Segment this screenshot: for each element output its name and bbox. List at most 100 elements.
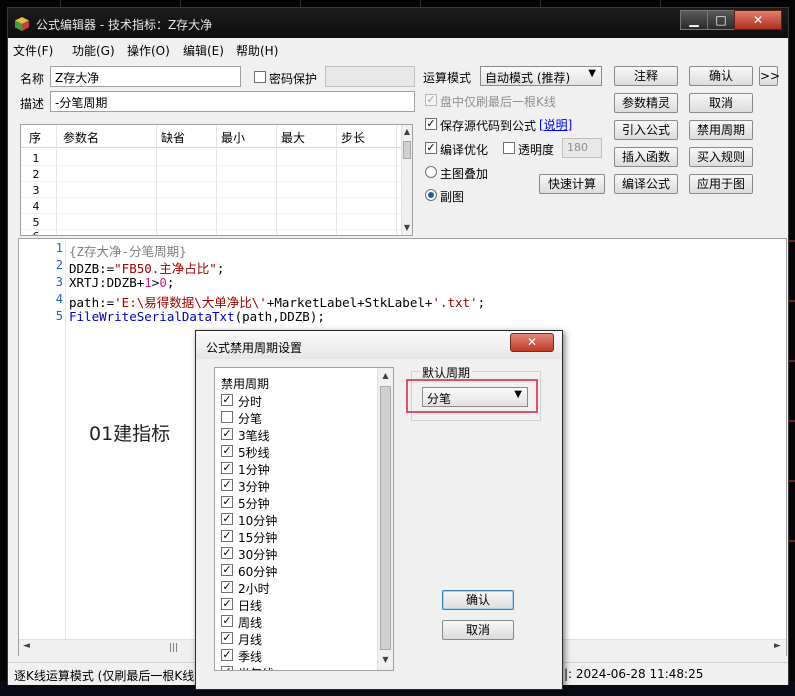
expand-button[interactable]: >>: [759, 66, 780, 86]
dialog-close-button[interactable]: ✕: [510, 333, 554, 352]
code-punct: ;: [166, 275, 175, 290]
scroll-down-icon[interactable]: ▼: [378, 655, 393, 664]
annotation-text: 01建指标: [89, 423, 171, 445]
disabled-period-list[interactable]: 禁用周期 ✓ 分时 分笔 ✓ 3笔线 ✓ 5秒线 ✓ 1分钟 ✓ 3分钟 ✓ 5分钟 ✓ 10分钟 ✓ 15分钟…: [214, 367, 394, 671]
menu-function[interactable]: 功能(G): [72, 42, 115, 59]
period-checkbox[interactable]: ✓: [221, 666, 233, 670]
import-formula-button[interactable]: 引入公式: [614, 120, 678, 140]
period-checkbox[interactable]: ✓: [221, 598, 233, 610]
title-bar[interactable]: 公式编辑器 - 技术指标：Z存大净 ▁ □ ✕: [8, 8, 788, 38]
period-checkbox[interactable]: ✓: [221, 564, 233, 576]
param-wizard-button[interactable]: 参数精灵: [614, 93, 678, 113]
explain-link[interactable]: [说明]: [539, 116, 572, 133]
code-string: '.txt': [432, 295, 478, 310]
scroll-thumb[interactable]: [380, 386, 391, 650]
sub-chart-radio[interactable]: [425, 189, 437, 201]
period-checkbox[interactable]: ✓: [221, 649, 233, 661]
period-checkbox[interactable]: [221, 411, 233, 423]
cancel-button[interactable]: 取消: [689, 93, 753, 113]
scroll-grip-icon[interactable]: |||: [169, 643, 178, 653]
period-label: 3分钟: [238, 480, 270, 494]
period-label: 15分钟: [238, 531, 278, 545]
period-checkbox[interactable]: ✓: [221, 547, 233, 559]
period-checkbox[interactable]: ✓: [221, 530, 233, 542]
password-checkbox[interactable]: [254, 71, 266, 83]
save-source-checkbox[interactable]: ✓: [425, 118, 437, 130]
optimize-checkbox[interactable]: ✓: [425, 142, 437, 154]
period-label: 分笔: [238, 412, 263, 426]
menu-file[interactable]: 文件(F): [13, 42, 53, 59]
table-row-index: 6: [21, 230, 51, 235]
period-checkbox[interactable]: ✓: [221, 445, 233, 457]
compile-formula-button[interactable]: 编译公式: [614, 174, 678, 194]
period-label: 周线: [238, 616, 263, 630]
line-number: 2: [55, 258, 63, 272]
period-checkbox[interactable]: ✓: [221, 615, 233, 627]
comment-button[interactable]: 注释: [614, 66, 678, 86]
period-label: 5分钟: [238, 497, 270, 511]
table-row-index: 5: [32, 216, 40, 229]
scroll-down-icon[interactable]: ▼: [402, 223, 412, 232]
mode-select[interactable]: 自动模式 (推荐) ▼: [480, 66, 602, 86]
password-input[interactable]: [325, 66, 415, 87]
period-checkbox[interactable]: ✓: [221, 394, 233, 406]
code-identifier: DDZB:=: [69, 261, 115, 276]
buy-rule-button[interactable]: 买入规则: [689, 147, 753, 167]
transparency-checkbox[interactable]: [503, 142, 515, 154]
menu-edit[interactable]: 编辑(E): [183, 42, 224, 59]
dropdown-arrow-icon: ▼: [588, 68, 596, 79]
scroll-right-icon[interactable]: ►: [774, 641, 781, 651]
code-string: 'E:\易得数据\大单净比\': [114, 295, 267, 310]
period-label: 5秒线: [238, 446, 270, 460]
description-input[interactable]: -分笔周期: [50, 91, 415, 112]
menu-help[interactable]: 帮助(H): [236, 42, 278, 59]
scroll-left-icon[interactable]: ◄: [23, 641, 30, 651]
minimize-button[interactable]: ▁: [680, 10, 708, 30]
default-period-select[interactable]: 分笔 ▼: [422, 387, 528, 407]
period-list-scrollbar[interactable]: ▲ ▼: [377, 368, 393, 670]
last-k-label: 盘中仅刷最后一根K线: [440, 95, 556, 109]
save-source-label: 保存源代码到公式: [440, 119, 537, 133]
scroll-thumb[interactable]: [403, 141, 411, 159]
dropdown-arrow-icon: ▼: [514, 389, 522, 400]
code-string: "FB50.主净占比": [114, 261, 217, 276]
dialog-confirm-button[interactable]: 确认: [442, 590, 514, 610]
main-overlay-radio[interactable]: [425, 166, 437, 178]
table-row-index: 2: [32, 168, 40, 181]
last-k-checkbox[interactable]: ✓: [425, 94, 437, 106]
window-title: 公式编辑器 - 技术指标：Z存大净: [36, 18, 213, 32]
disable-period-button[interactable]: 禁用周期: [689, 120, 753, 140]
period-label: 2小时: [238, 582, 270, 596]
code-identifier: XRTJ:DDZB+: [69, 275, 145, 290]
period-checkbox[interactable]: ✓: [221, 479, 233, 491]
dialog-cancel-button[interactable]: 取消: [442, 620, 514, 640]
maximize-button[interactable]: □: [707, 10, 735, 30]
menu-bar: 文件(F) 功能(G) 操作(O) 编辑(E) 帮助(H): [8, 38, 788, 60]
transparency-spinner[interactable]: 180: [562, 138, 602, 158]
period-checkbox[interactable]: ✓: [221, 496, 233, 508]
insert-function-button[interactable]: 插入函数: [614, 147, 678, 167]
period-label: 10分钟: [238, 514, 278, 528]
parameter-table[interactable]: 序 参数名 缺省 最小 最大 步长 1 2 3 4 5 6 ▲ ▼: [20, 124, 413, 236]
menu-operation[interactable]: 操作(O): [127, 42, 170, 59]
code-args: (path,DDZB);: [234, 309, 325, 324]
period-checkbox[interactable]: ✓: [221, 428, 233, 440]
main-overlay-label: 主图叠加: [440, 167, 489, 181]
name-input[interactable]: Z存大净: [50, 66, 241, 87]
period-checkbox[interactable]: ✓: [221, 513, 233, 525]
scroll-up-icon[interactable]: ▲: [402, 127, 412, 136]
scroll-up-icon[interactable]: ▲: [378, 371, 393, 380]
status-mode-text: 逐K线运算模式 (仅刷最后一根K线: [14, 669, 195, 683]
confirm-button[interactable]: 确认: [689, 66, 753, 86]
col-min: 最小: [221, 131, 246, 145]
close-button[interactable]: ✕: [734, 10, 782, 30]
apply-to-chart-button[interactable]: 应用于图: [689, 174, 753, 194]
table-row-index: 3: [32, 184, 40, 197]
dialog-title-bar[interactable]: 公式禁用周期设置 ✕: [196, 331, 562, 359]
parameter-table-scrollbar[interactable]: ▲ ▼: [401, 125, 412, 235]
period-checkbox[interactable]: ✓: [221, 581, 233, 593]
code-comment: {Z存大净-分笔周期}: [69, 244, 187, 259]
period-checkbox[interactable]: ✓: [221, 462, 233, 474]
quick-calc-button[interactable]: 快速计算: [539, 174, 605, 194]
period-checkbox[interactable]: ✓: [221, 632, 233, 644]
